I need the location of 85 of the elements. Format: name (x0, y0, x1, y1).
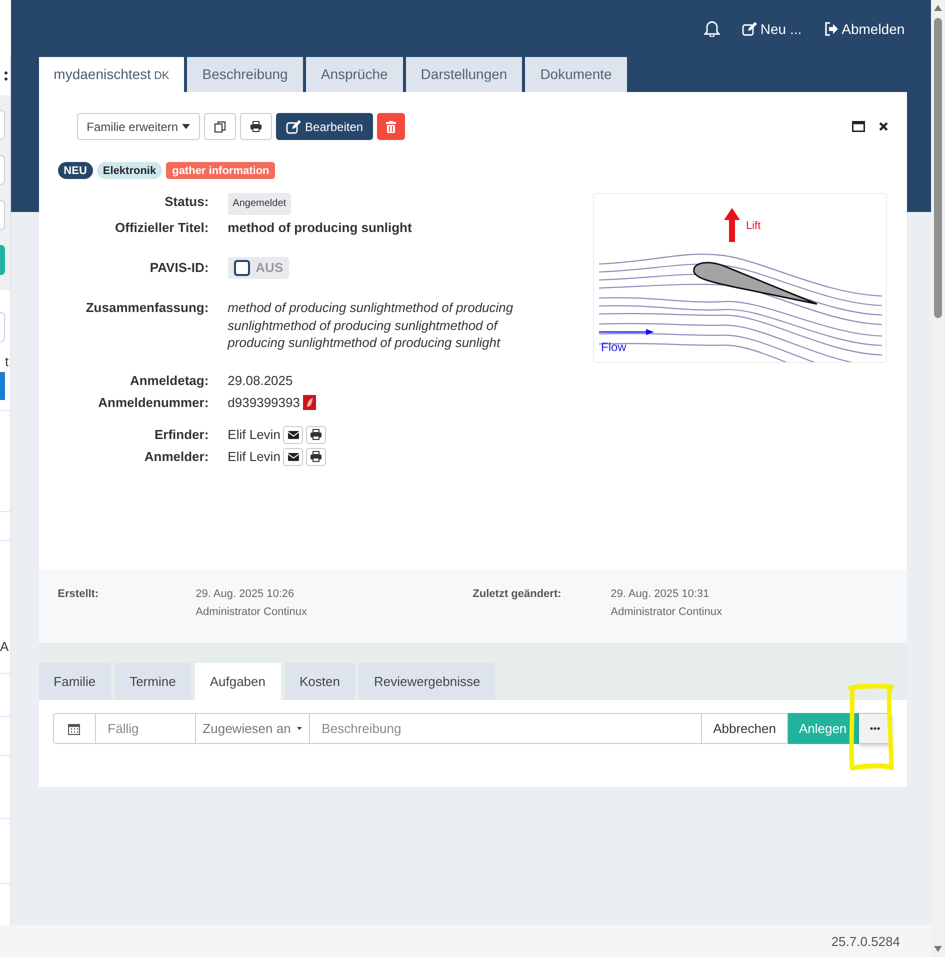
field-label: Status: (164, 193, 209, 211)
status-tag: Angemeldet (228, 193, 292, 215)
print-button[interactable] (240, 113, 272, 140)
calendar-button[interactable] (52, 713, 96, 744)
envelope-icon (288, 430, 299, 438)
sidebar-field[interactable] (0, 155, 5, 185)
scrollbar[interactable] (931, 0, 945, 957)
grip-icon (4, 71, 8, 81)
scroll-down-icon[interactable] (933, 945, 943, 953)
edit-icon (286, 120, 302, 134)
field-label: Erfinder: (154, 426, 209, 444)
field-label: Offizieller Titel: (114, 219, 209, 237)
field-value: Elif Levin (228, 448, 280, 466)
family-dropdown[interactable]: Familie erweitern (76, 113, 200, 140)
summary-text: method of producing sunlightmethod of producing sunlightmethod of producing sunlightmethod of producing sunlightmethod of producing sunlight (228, 299, 514, 352)
timestamp: 29. Aug. 2025 10:26 (196, 587, 296, 602)
ellipsis-icon (870, 727, 880, 730)
tab[interactable]: Beschreibung (187, 57, 303, 92)
calendar-icon (68, 722, 80, 734)
tab[interactable]: Termine (114, 663, 191, 700)
tab[interactable]: Kosten (284, 663, 355, 700)
print-button[interactable] (306, 448, 326, 466)
title-value: method of producing sunlight (228, 219, 412, 237)
sidebar-field[interactable] (0, 312, 5, 342)
tab[interactable]: Dokumente (525, 57, 627, 92)
caret-icon (182, 124, 190, 129)
flow-arrow (598, 329, 654, 335)
trash-icon (386, 120, 396, 132)
print-button[interactable] (306, 426, 326, 444)
tab[interactable]: Familie (38, 663, 111, 700)
logout-link[interactable]: Abmelden (824, 20, 905, 36)
copy-icon (214, 120, 226, 132)
tag: NEU (58, 162, 93, 179)
field-value: d939399393 (228, 394, 300, 412)
field-value: Elif Levin (228, 426, 280, 444)
print-icon (310, 451, 322, 462)
user-name: Administrator Continux (196, 605, 307, 620)
flow-label: Flow (600, 340, 626, 354)
scrollbar-thumb[interactable] (934, 18, 942, 318)
delete-button[interactable] (377, 113, 406, 140)
meta-label: Erstellt: (58, 587, 100, 602)
bell-icon[interactable] (704, 20, 720, 37)
field-value: 29.08.2025 (228, 372, 293, 390)
assignee-dropdown[interactable]: Zugewiesen an (196, 713, 310, 744)
sidebar-field[interactable] (0, 110, 5, 140)
sidebar-button[interactable] (0, 245, 5, 275)
cancel-button[interactable]: Abbrechen (702, 713, 788, 744)
tab[interactable]: Reviewergebnisse (358, 663, 496, 700)
timestamp: 29. Aug. 2025 10:31 (610, 587, 710, 602)
meta-label: Zuletzt geändert: (472, 587, 562, 602)
document-icon (302, 395, 316, 410)
edit-button[interactable]: Bearbeiten (276, 113, 374, 140)
sidebar-field[interactable] (0, 200, 5, 230)
due-date-field[interactable]: Fällig (96, 713, 196, 744)
description-field[interactable]: Beschreibung (310, 713, 702, 744)
edit-icon (742, 22, 758, 36)
envelope-icon (288, 452, 299, 460)
email-button[interactable] (283, 426, 304, 444)
copy-button[interactable] (204, 113, 236, 140)
close-icon[interactable] (878, 122, 888, 131)
tag: gather information (166, 162, 276, 179)
tab[interactable]: Ansprüche (306, 57, 403, 92)
caret-icon (296, 726, 302, 731)
print-icon (250, 121, 262, 132)
lift-label: Lift (746, 220, 760, 232)
field-label: Anmelder: (143, 448, 209, 466)
field-label: Anmeldenummer: (97, 394, 209, 412)
lift-arrow (724, 208, 740, 242)
user-name: Administrator Continux (610, 605, 722, 620)
maximize-icon[interactable] (852, 121, 865, 132)
email-button[interactable] (283, 448, 304, 466)
sidebar-text: A (0, 639, 10, 656)
scroll-up-icon[interactable] (933, 4, 943, 12)
tab[interactable]: Aufgaben (194, 663, 280, 700)
field-label: Zusammenfassung: (84, 299, 209, 317)
print-icon (310, 429, 322, 440)
version-text: 25.7.0.5284 (831, 934, 900, 948)
sidebar-text: t (4, 354, 10, 371)
tab[interactable]: Darstellungen (406, 57, 522, 92)
logout-icon (824, 22, 839, 36)
new-link[interactable]: Neu ... (742, 20, 802, 36)
tag: Elektronik (96, 162, 162, 179)
field-label: Anmeldetag: (128, 372, 209, 390)
tab[interactable]: mydaenischtest DK (38, 57, 184, 92)
field-label: PAVIS-ID: (148, 259, 209, 277)
